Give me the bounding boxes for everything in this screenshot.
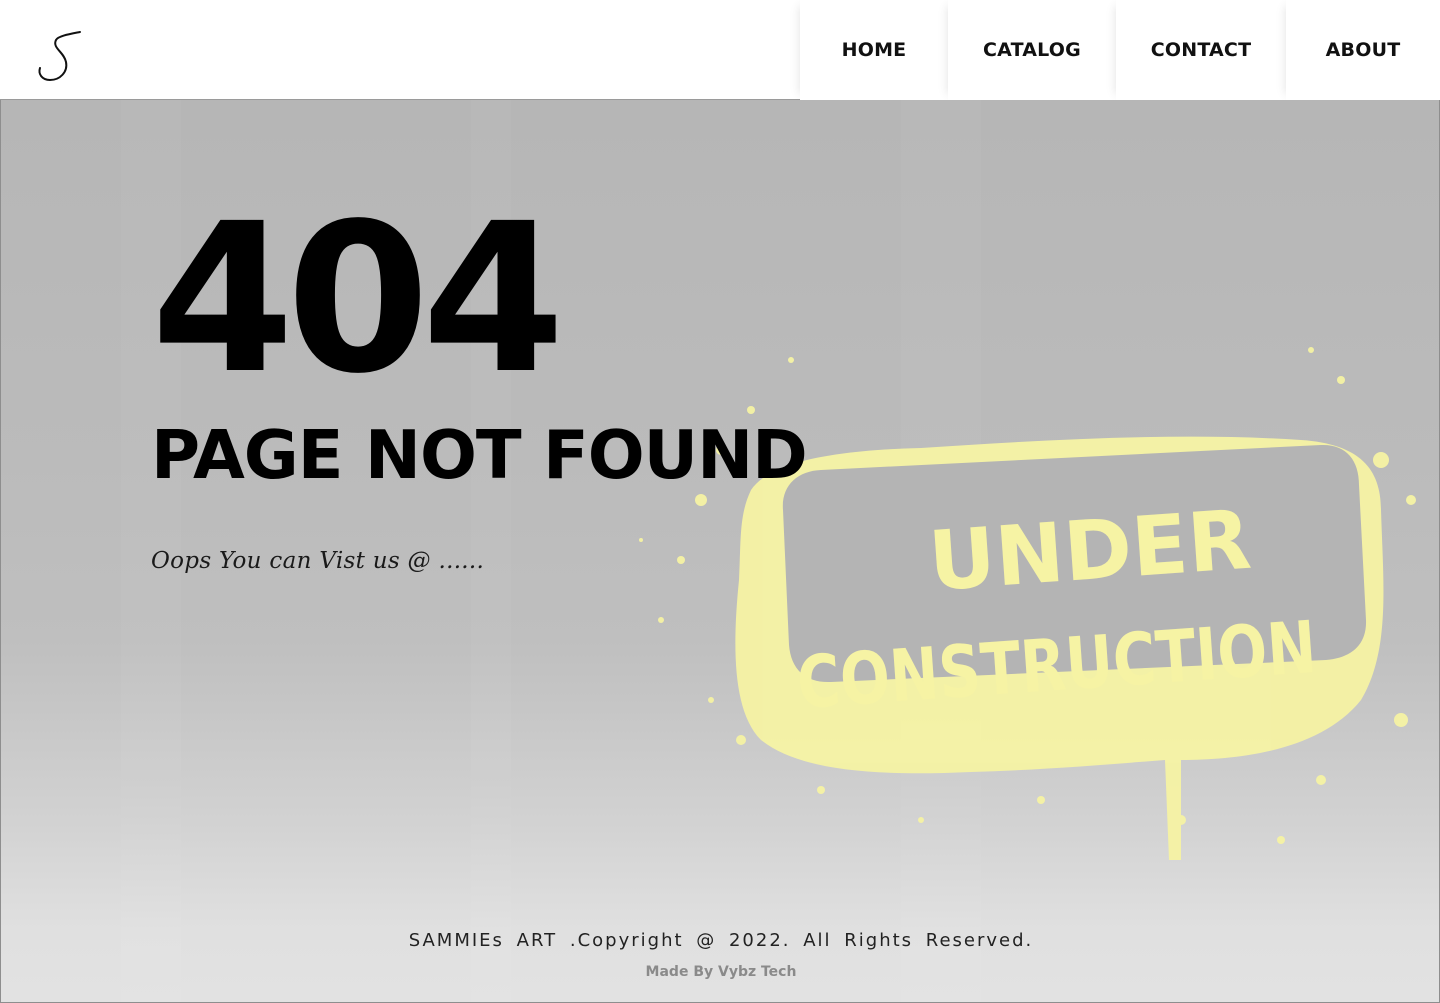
error-message: Oops You can Vist us @ ...... — [151, 548, 485, 574]
nav-about[interactable]: ABOUT — [1286, 0, 1440, 100]
nav-contact[interactable]: CONTACT — [1116, 0, 1286, 100]
nav-home[interactable]: HOME — [800, 0, 948, 100]
error-code: 404 — [151, 179, 565, 419]
under-construction-stamp: UNDER CONSTRUCTION — [639, 347, 1416, 860]
footer-copyright: SAMMIEs ART .Copyright @ 2022. All Right… — [408, 930, 1034, 951]
site-header: HOME CATALOG CONTACT ABOUT — [0, 0, 1440, 100]
error-headline: PAGE NOT FOUND — [151, 416, 808, 494]
nav-catalog[interactable]: CATALOG — [948, 0, 1116, 100]
main-nav: HOME CATALOG CONTACT ABOUT — [800, 0, 1440, 100]
logo-icon[interactable] — [30, 28, 88, 84]
error-hero: UNDER CONSTRUCTION 404 PAGE NOT FOUND Oo… — [0, 100, 1440, 1003]
footer-credit[interactable]: Made By Vybz Tech — [1, 964, 1439, 980]
